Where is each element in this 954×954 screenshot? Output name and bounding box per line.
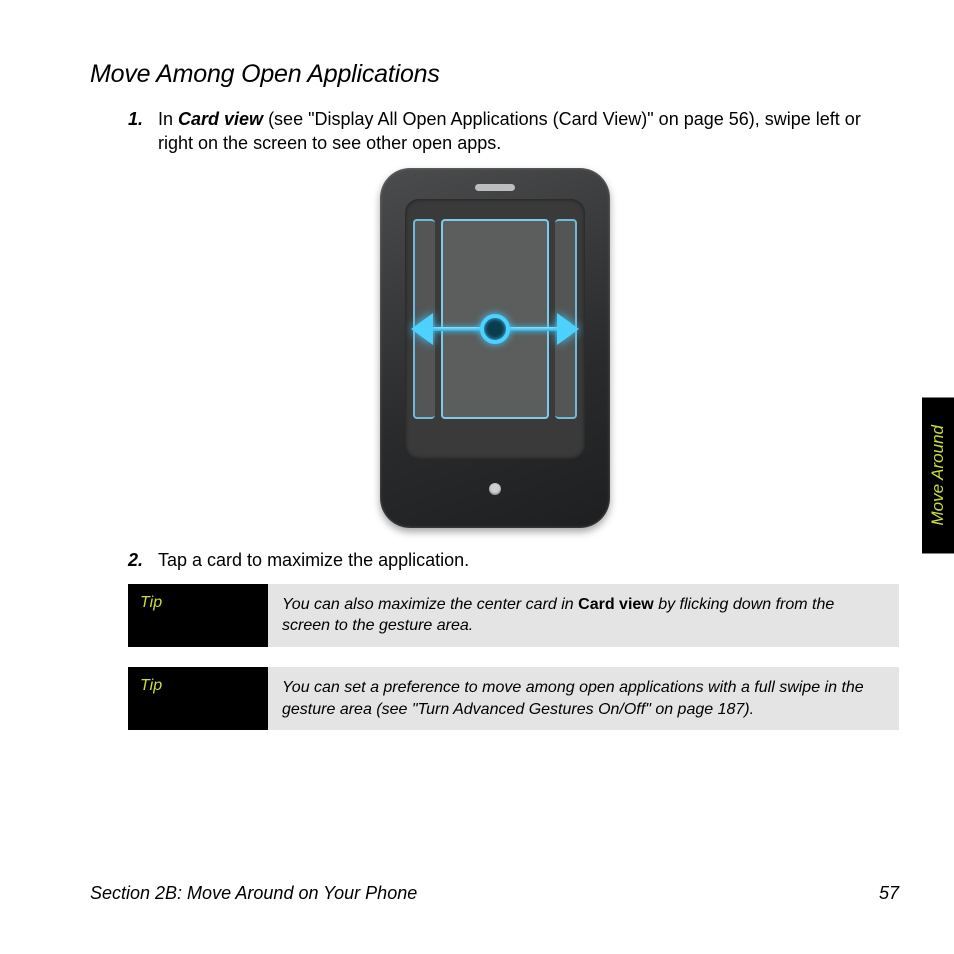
steps-list: 1. In Card view (see "Display All Open A… (90, 107, 899, 156)
steps-list: 2. Tap a card to maximize the applicatio… (90, 548, 899, 572)
emphasis: Card view (178, 109, 263, 129)
step-body: In Card view (see "Display All Open Appl… (158, 107, 899, 156)
page-footer: Section 2B: Move Around on Your Phone 57 (90, 883, 899, 904)
footer-section: Section 2B: Move Around on Your Phone (90, 883, 417, 904)
step-2: 2. Tap a card to maximize the applicatio… (128, 548, 899, 572)
footer-page: 57 (879, 883, 899, 904)
bold: Card view (578, 596, 654, 613)
text: You can set a preference to move among o… (282, 679, 864, 718)
text: Tap a card to maximize the application. (158, 550, 469, 570)
tip-box: Tip You can also maximize the center car… (128, 584, 899, 647)
tip-label: Tip (128, 667, 268, 730)
tip-label: Tip (128, 584, 268, 647)
text: You can also maximize the center card in (282, 596, 578, 613)
touch-point-icon (480, 314, 510, 344)
step-number: 2. (128, 548, 158, 572)
side-tab: Move Around (922, 397, 954, 553)
phone-illustration (380, 168, 610, 528)
section-heading: Move Among Open Applications (90, 60, 899, 89)
tip-body: You can set a preference to move among o… (268, 667, 899, 730)
home-button-icon (489, 483, 501, 495)
arrow-right-icon (557, 313, 579, 345)
figure (90, 168, 899, 528)
phone-screen (405, 199, 585, 459)
text: (see "Display All Open Applications (Car… (158, 109, 861, 153)
text: In (158, 109, 178, 129)
swipe-arrow (411, 316, 579, 342)
arrow-left-icon (411, 313, 433, 345)
step-body: Tap a card to maximize the application. (158, 548, 899, 572)
step-number: 1. (128, 107, 158, 156)
tip-box: Tip You can set a preference to move amo… (128, 667, 899, 730)
speaker-icon (475, 184, 515, 191)
step-1: 1. In Card view (see "Display All Open A… (128, 107, 899, 156)
tip-body: You can also maximize the center card in… (268, 584, 899, 647)
